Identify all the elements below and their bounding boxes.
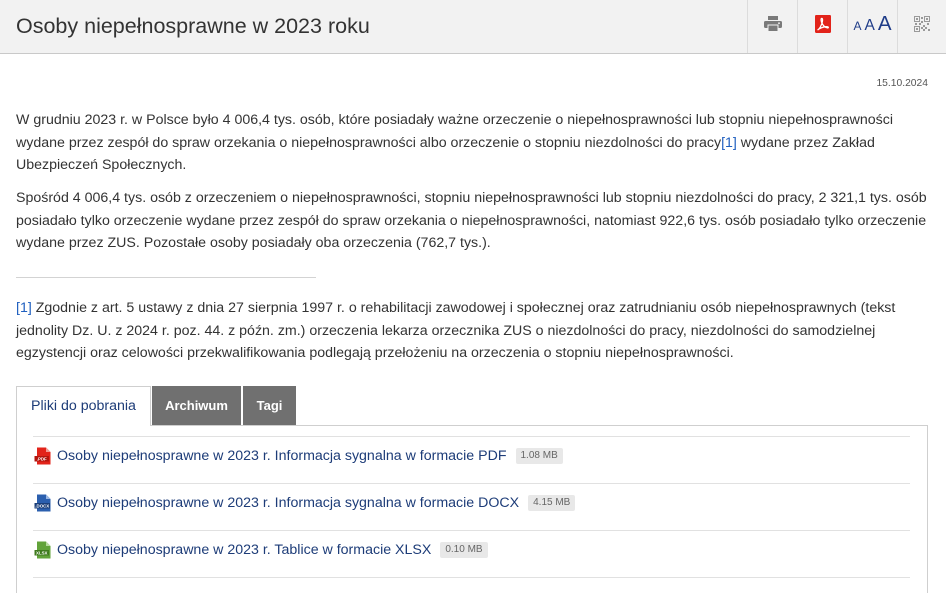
pdf-download-button[interactable] bbox=[797, 0, 847, 53]
footnote: [1] Zgodnie z art. 5 ustawy z dnia 27 si… bbox=[16, 297, 928, 365]
download-link[interactable]: Osoby niepełnosprawne w 2023 r. Informac… bbox=[57, 447, 507, 465]
paragraph-breakdown: Spośród 4 006,4 tys. osób z orzeczeniem … bbox=[16, 190, 927, 251]
article: 15.10.2024 W grudniu 2023 r. w Polsce by… bbox=[16, 54, 928, 593]
page-header: Osoby niepełnosprawne w 2023 roku A A A bbox=[0, 0, 946, 54]
publication-date: 15.10.2024 bbox=[876, 78, 928, 89]
download-item: XLSX Osoby niepełnosprawne w 2023 r. Tab… bbox=[33, 530, 910, 578]
downloads-list: .PDF Osoby niepełnosprawne w 2023 r. Inf… bbox=[33, 436, 910, 578]
download-item: .PDF Osoby niepełnosprawne w 2023 r. Inf… bbox=[33, 436, 910, 483]
pdf-file-icon: .PDF bbox=[34, 447, 51, 465]
file-type-label: .DOCX bbox=[35, 503, 49, 508]
file-type-label: XLSX bbox=[36, 550, 48, 555]
xlsx-file-icon: XLSX bbox=[34, 541, 51, 559]
file-size-badge: 4.15 MB bbox=[528, 495, 576, 511]
print-icon bbox=[763, 16, 782, 32]
print-button[interactable] bbox=[747, 0, 797, 53]
footnote-divider bbox=[16, 277, 316, 278]
paragraph-intro: W grudniu 2023 r. w Polsce było 4 006,4 … bbox=[16, 109, 928, 177]
tab-downloads[interactable]: Pliki do pobrania bbox=[16, 386, 151, 426]
page-title: Osoby niepełnosprawne w 2023 roku bbox=[16, 14, 370, 38]
font-size-control: A A A bbox=[847, 0, 897, 53]
tab-bar: Pliki do pobrania Archiwum Tagi bbox=[16, 386, 928, 426]
docx-file-icon: .DOCX bbox=[34, 494, 51, 512]
tab-archive[interactable]: Archiwum bbox=[152, 386, 241, 425]
footnote-backref-link[interactable]: [1] bbox=[16, 300, 32, 316]
footnote-ref-link[interactable]: [1] bbox=[721, 135, 737, 151]
font-size-options: A A A bbox=[853, 13, 892, 35]
font-size-medium-button[interactable]: A bbox=[864, 18, 874, 34]
qr-code-button[interactable] bbox=[897, 0, 946, 53]
file-size-badge: 1.08 MB bbox=[515, 448, 563, 464]
tab-tags[interactable]: Tagi bbox=[243, 386, 296, 425]
toolbar: A A A bbox=[747, 0, 946, 53]
downloads-panel: .PDF Osoby niepełnosprawne w 2023 r. Inf… bbox=[16, 425, 928, 593]
font-size-large-button[interactable]: A bbox=[878, 13, 892, 35]
download-link[interactable]: Osoby niepełnosprawne w 2023 r. Informac… bbox=[57, 494, 519, 512]
file-size-badge: 0.10 MB bbox=[440, 542, 488, 558]
file-type-label: .PDF bbox=[37, 456, 47, 461]
font-size-small-button[interactable]: A bbox=[853, 20, 861, 32]
footnote-text: Zgodnie z art. 5 ustawy z dnia 27 sierpn… bbox=[16, 300, 896, 361]
download-link[interactable]: Osoby niepełnosprawne w 2023 r. Tablice … bbox=[57, 541, 431, 559]
pdf-icon bbox=[814, 15, 831, 33]
qr-code-icon bbox=[914, 16, 930, 32]
download-item: .DOCX Osoby niepełnosprawne w 2023 r. In… bbox=[33, 483, 910, 530]
